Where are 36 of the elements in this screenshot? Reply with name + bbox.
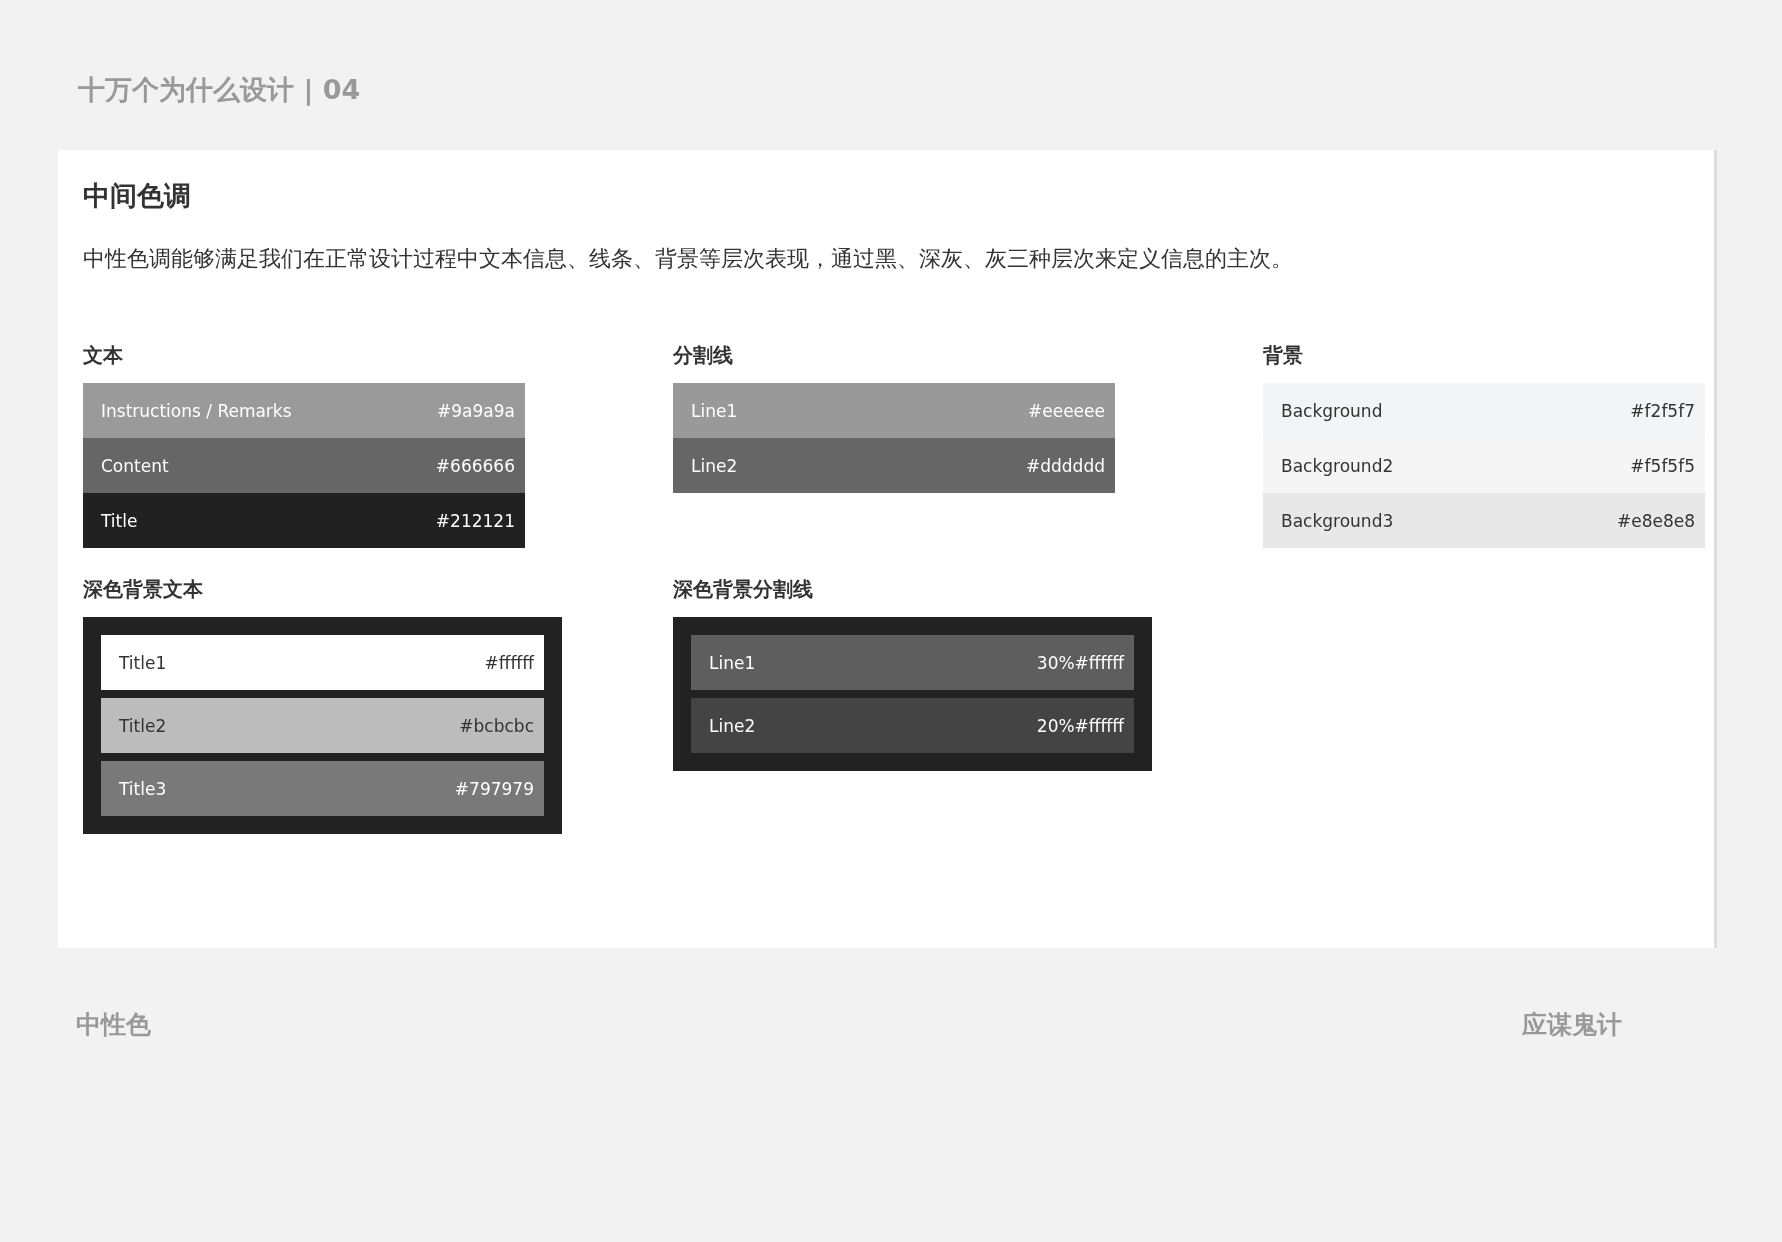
section-label: 深色背景文本 [83, 576, 204, 603]
page-title: 十万个为什么设计 | 04 [78, 74, 361, 105]
swatch-name: Background [1281, 400, 1383, 421]
swatch-name: Title [101, 510, 138, 531]
swatch-name: Content [101, 455, 169, 476]
swatch-name: Line1 [709, 652, 756, 673]
card-title: 中间色调 [83, 179, 192, 213]
swatch-value: 20%#ffffff [1036, 715, 1124, 736]
section-label: 深色背景分割线 [673, 576, 814, 603]
swatch-value: #f5f5f5 [1630, 455, 1695, 476]
footer-label: 中性色 [76, 1009, 151, 1041]
swatch-value: #9a9a9a [437, 400, 515, 421]
swatch-name: Title3 [119, 778, 167, 799]
swatch-value: 30%#ffffff [1036, 652, 1124, 673]
swatch-value: #797979 [454, 778, 534, 799]
swatch-value: #bcbcbc [459, 715, 534, 736]
swatch-value: #ffffff [484, 652, 534, 673]
footer-author: 应谋鬼计 [1522, 1009, 1622, 1041]
swatch-name: Line2 [691, 455, 738, 476]
swatch-value: #666666 [435, 455, 515, 476]
swatch-name: Instructions / Remarks [101, 400, 292, 421]
swatch-name: Title1 [119, 652, 167, 673]
section-label: 背景 [1263, 342, 1304, 369]
swatch-name: Line2 [709, 715, 756, 736]
swatch-value: #dddddd [1026, 455, 1105, 476]
swatch-name: Background3 [1281, 510, 1394, 531]
swatch-value: #f2f5f7 [1630, 400, 1695, 421]
section-label: 文本 [83, 342, 124, 369]
swatch-name: Line1 [691, 400, 738, 421]
swatch-value: #212121 [435, 510, 515, 531]
swatch-name: Title2 [119, 715, 167, 736]
card-description: 中性色调能够满足我们在正常设计过程中文本信息、线条、背景等层次表现，通过黑、深灰、灰三种层次来定义信息的主次。 [83, 245, 1294, 273]
swatch-value: #eeeeee [1028, 400, 1105, 421]
section-label: 分割线 [673, 342, 734, 369]
swatch-name: Background2 [1281, 455, 1394, 476]
swatch-value: #e8e8e8 [1616, 510, 1695, 531]
